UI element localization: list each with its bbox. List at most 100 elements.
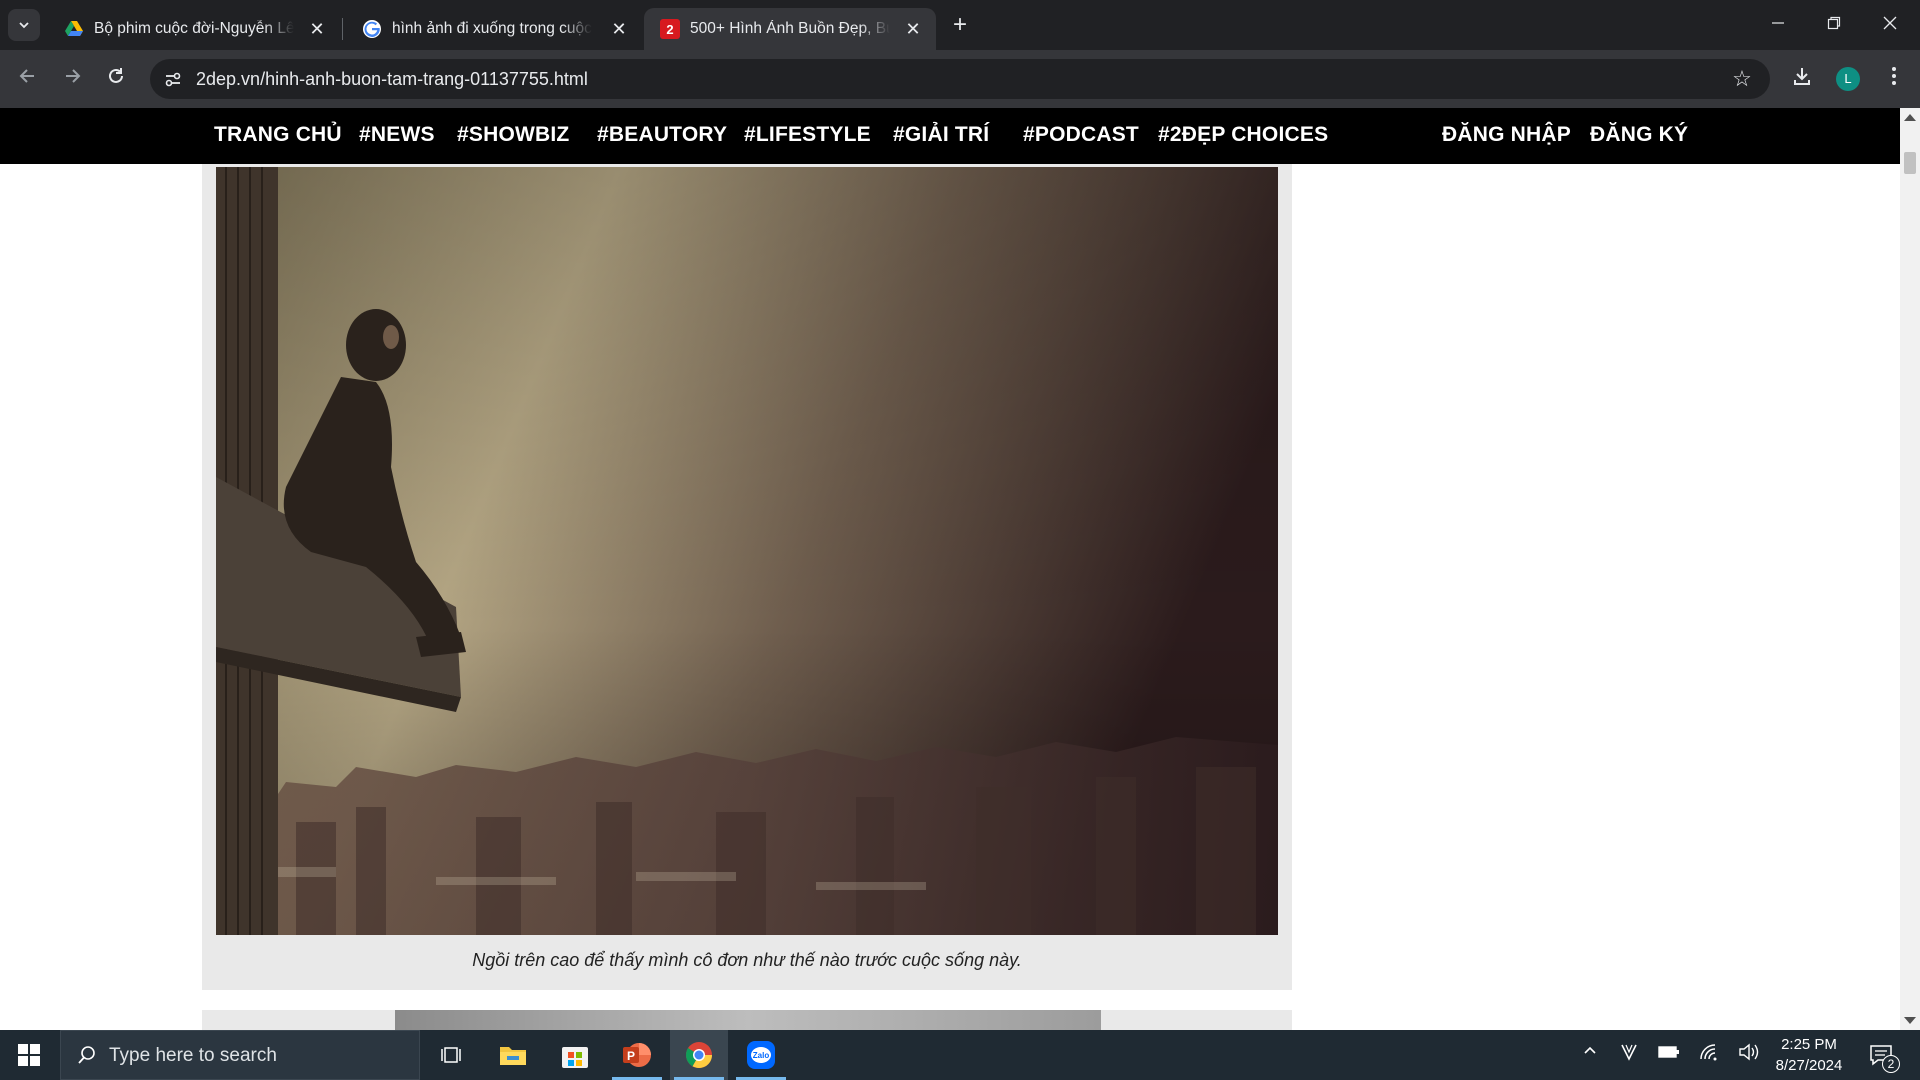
minimize-button[interactable] — [1750, 0, 1806, 50]
tab-divider — [342, 18, 343, 40]
page-scrollbar[interactable] — [1900, 108, 1920, 1030]
taskbar-clock[interactable]: 2:25 PM 8/27/2024 — [1764, 1034, 1854, 1076]
powerpoint-icon: P — [623, 1043, 651, 1067]
volume-tray-icon[interactable] — [1737, 1043, 1761, 1067]
battery-icon — [1658, 1046, 1679, 1058]
microsoft-store-button[interactable] — [546, 1030, 604, 1080]
close-tab-icon[interactable]: ✕ — [306, 18, 328, 40]
scroll-up-arrow-icon[interactable] — [1904, 114, 1916, 121]
tab-strip: Bộ phim cuộc đời-Nguyễn Lê H ✕ hình ảnh … — [0, 0, 1920, 50]
nav-giai-tri[interactable]: #GIẢI TRÍ — [893, 123, 989, 147]
nav-beautory[interactable]: #BEAUTORY — [597, 123, 727, 147]
back-button[interactable] — [12, 63, 44, 95]
search-icon — [78, 1046, 95, 1064]
chevron-up-icon — [1584, 1046, 1596, 1054]
next-photo — [395, 1010, 1101, 1030]
nav-showbiz[interactable]: #SHOWBIZ — [457, 123, 569, 147]
bookmark-star-icon[interactable]: ☆ — [1730, 67, 1754, 91]
nav-lifestyle[interactable]: #LIFESTYLE — [744, 123, 871, 147]
notification-count-badge: 2 — [1882, 1055, 1900, 1073]
zalo-button[interactable]: Zalo — [732, 1030, 790, 1080]
profile-avatar[interactable]: L — [1836, 67, 1860, 91]
tab-title: hình ảnh đi xuống trong cuộc s — [392, 20, 592, 37]
minimize-icon — [1772, 22, 1784, 24]
login-link[interactable]: ĐĂNG NHẬP — [1442, 123, 1571, 147]
url-domain: 2dep.vn — [196, 69, 261, 89]
chrome-icon — [685, 1042, 713, 1069]
forward-button[interactable] — [56, 63, 88, 95]
battery-tray-icon[interactable] — [1657, 1043, 1681, 1067]
tab-title: Bộ phim cuộc đời-Nguyễn Lê H — [94, 20, 294, 37]
2dep-icon: 2 — [660, 19, 680, 39]
tab-title: 500+ Hình Ảnh Buồn Đẹp, Buồn — [690, 20, 890, 37]
notification-center-button[interactable]: 2 — [1866, 1040, 1900, 1073]
kebab-menu-icon — [1892, 67, 1896, 85]
tab-search-button[interactable] — [8, 9, 40, 41]
url-text[interactable]: 2dep.vn/hinh-anh-buon-tam-trang-01137755… — [196, 69, 588, 90]
svg-text:P: P — [627, 1049, 635, 1063]
network-tray-icon[interactable] — [1697, 1043, 1721, 1067]
file-explorer-button[interactable] — [484, 1030, 542, 1080]
image-caption: Ngồi trên cao để thấy mình cô đơn như th… — [472, 950, 1022, 970]
address-bar[interactable]: 2dep.vn/hinh-anh-buon-tam-trang-01137755… — [150, 59, 1770, 99]
tab-2dep-active[interactable]: 2 500+ Hình Ảnh Buồn Đẹp, Buồn ✕ — [644, 8, 936, 50]
google-drive-icon — [65, 21, 83, 36]
taskbar-search-box[interactable]: Type here to search — [60, 1030, 420, 1080]
browser-menu-button[interactable] — [1879, 65, 1909, 95]
svg-text:Zalo: Zalo — [753, 1051, 770, 1060]
close-tab-icon[interactable]: ✕ — [902, 18, 924, 40]
sad-person-on-ledge-photo — [216, 167, 1278, 935]
arrow-right-icon — [66, 69, 81, 83]
restore-button[interactable] — [1806, 0, 1862, 50]
image-figure: Ngồi trên cao để thấy mình cô đơn như th… — [202, 164, 1292, 990]
chevron-down-icon — [19, 22, 29, 29]
arrow-left-icon — [19, 69, 34, 83]
scroll-down-arrow-icon[interactable] — [1904, 1017, 1916, 1024]
photo-illustration — [216, 167, 1278, 935]
windows-logo-icon — [18, 1044, 40, 1066]
nav-podcast[interactable]: #PODCAST — [1023, 123, 1139, 147]
clock-time: 2:25 PM — [1781, 1036, 1837, 1053]
svg-text:2: 2 — [666, 22, 673, 37]
scrollbar-thumb[interactable] — [1904, 152, 1916, 174]
nav-home[interactable]: TRANG CHỦ — [214, 123, 342, 147]
reload-button[interactable] — [100, 63, 132, 95]
close-icon — [1883, 16, 1897, 30]
show-hidden-icons-button[interactable] — [1578, 1043, 1602, 1067]
clock-date: 8/27/2024 — [1775, 1057, 1843, 1074]
site-navigation: TRANG CHỦ #NEWS #SHOWBIZ #BEAUTORY #LIFE… — [0, 108, 1900, 164]
url-path: /hinh-anh-buon-tam-trang-01137755.html — [260, 69, 588, 89]
article-body: Ngồi trên cao để thấy mình cô đơn như th… — [202, 164, 1292, 1030]
powerpoint-button[interactable]: P — [608, 1030, 666, 1080]
close-tab-icon[interactable]: ✕ — [608, 18, 630, 40]
search-placeholder: Type here to search — [109, 1045, 277, 1066]
nav-news[interactable]: #NEWS — [359, 123, 435, 147]
restore-icon — [1827, 16, 1841, 30]
reload-icon — [109, 68, 123, 83]
folder-icon — [500, 1047, 526, 1065]
browser-toolbar: 2dep.vn/hinh-anh-buon-tam-trang-01137755… — [0, 50, 1920, 108]
v-logo-icon — [1621, 1044, 1637, 1061]
tab-google-drive[interactable]: Bộ phim cuộc đời-Nguyễn Lê H ✕ — [48, 8, 340, 50]
start-button[interactable] — [0, 1030, 58, 1080]
google-icon — [363, 20, 381, 38]
windows-taskbar: Type here to search P Zalo 2:25 PM 8/27/… — [0, 1030, 1920, 1080]
store-icon — [562, 1047, 588, 1068]
nav-2dep-choices[interactable]: #2ĐẸP CHOICES — [1158, 123, 1328, 147]
task-view-button[interactable] — [422, 1030, 480, 1080]
register-link[interactable]: ĐĂNG KÝ — [1590, 123, 1688, 147]
new-tab-button[interactable]: + — [946, 12, 974, 40]
vpn-tray-icon[interactable] — [1617, 1043, 1641, 1067]
chrome-button[interactable] — [670, 1030, 728, 1080]
wifi-icon — [1700, 1044, 1717, 1061]
zalo-icon: Zalo — [747, 1041, 775, 1069]
page-viewport: TRANG CHỦ #NEWS #SHOWBIZ #BEAUTORY #LIFE… — [0, 108, 1900, 1030]
speaker-icon — [1739, 1043, 1759, 1061]
close-window-button[interactable] — [1862, 0, 1918, 50]
downloads-button[interactable] — [1787, 65, 1817, 95]
download-icon — [1794, 68, 1810, 85]
tab-google-search[interactable]: hình ảnh đi xuống trong cuộc s ✕ — [346, 8, 642, 50]
site-settings-icon[interactable] — [162, 68, 184, 90]
task-view-icon — [441, 1047, 461, 1063]
next-image-figure — [202, 1010, 1292, 1030]
